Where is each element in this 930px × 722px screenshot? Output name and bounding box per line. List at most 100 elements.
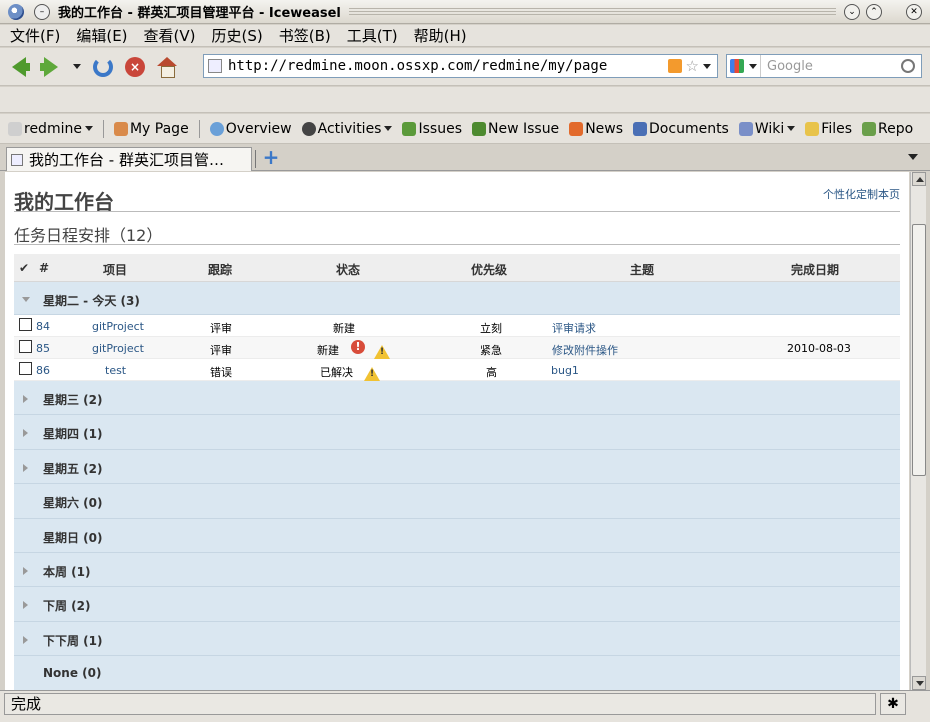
iceweasel-logo-icon xyxy=(8,3,24,20)
maximize-button[interactable]: ⌃ xyxy=(866,3,882,20)
column-header-project[interactable]: 项目 xyxy=(103,261,127,278)
bug-icon xyxy=(402,121,417,136)
personalize-page-link[interactable]: 个性化定制本页 xyxy=(823,186,900,202)
menu-file[interactable]: 文件(F) xyxy=(10,25,60,46)
search-engine-selector[interactable] xyxy=(727,55,761,77)
bookmark-star-icon[interactable]: ☆ xyxy=(686,57,699,75)
row-checkbox[interactable] xyxy=(19,340,32,353)
bookmark-label: New Issue xyxy=(487,120,560,137)
priority-cell: 立刻 xyxy=(480,322,502,335)
group-label: 星期二 - 今天 (3) xyxy=(43,294,140,308)
new-bug-icon xyxy=(471,121,486,136)
table-row: 85 gitProject 评审 新建 ! 紧急 修改附件操作 2010-08-… xyxy=(14,337,900,359)
issue-id-link[interactable]: 86 xyxy=(36,364,50,377)
toggle-all-check-icon[interactable]: ✔ xyxy=(19,261,29,275)
group-this-week[interactable]: 本周 (1) xyxy=(14,552,900,588)
group-label: 星期三 (2) xyxy=(43,393,103,407)
collapsed-triangle-icon[interactable] xyxy=(23,463,28,472)
search-box[interactable]: Google xyxy=(726,54,922,78)
back-button[interactable] xyxy=(6,54,32,80)
bookmark-wiki[interactable]: Wiki xyxy=(738,121,796,137)
forward-button[interactable] xyxy=(38,54,64,80)
column-header-id[interactable]: # xyxy=(39,261,49,275)
stop-icon: × xyxy=(125,56,145,77)
site-favicon-icon xyxy=(208,59,222,73)
vertical-scrollbar[interactable] xyxy=(910,172,926,690)
menu-view[interactable]: 查看(V) xyxy=(144,25,196,46)
group-today[interactable]: 星期二 - 今天 (3) xyxy=(14,282,900,315)
bookmark-overview[interactable]: Overview xyxy=(209,121,292,137)
new-tab-button[interactable]: + xyxy=(262,147,280,167)
bookmark-label: Activities xyxy=(317,120,382,137)
bookmark-label: Issues xyxy=(418,120,462,137)
project-link[interactable]: gitProject xyxy=(92,320,144,333)
bookmark-activities[interactable]: Activities xyxy=(301,120,393,137)
column-header-due-date[interactable]: 完成日期 xyxy=(791,261,839,278)
tab-label: 我的工作台 - 群英汇项目管… xyxy=(29,151,224,169)
issue-id-link[interactable]: 84 xyxy=(36,320,50,333)
expanded-triangle-icon[interactable] xyxy=(22,297,30,302)
column-header-subject[interactable]: 主题 xyxy=(630,261,654,278)
home-button[interactable] xyxy=(154,54,180,80)
group-friday[interactable]: 星期五 (2) xyxy=(14,449,900,485)
bookmark-redmine[interactable]: redmine xyxy=(8,121,93,137)
bookmark-news[interactable]: News xyxy=(569,121,623,137)
rss-feed-icon[interactable] xyxy=(667,59,682,73)
url-bar[interactable]: http://redmine.moon.ossxp.com/redmine/my… xyxy=(203,54,718,78)
column-header-status[interactable]: 状态 xyxy=(336,261,360,278)
bookmark-my-page[interactable]: My Page xyxy=(113,121,189,137)
reload-button[interactable] xyxy=(90,54,116,80)
bookmark-issues[interactable]: Issues xyxy=(402,121,462,137)
group-label: 星期六 (0) xyxy=(43,496,103,511)
menu-history[interactable]: 历史(S) xyxy=(212,25,263,46)
menu-help[interactable]: 帮助(H) xyxy=(414,25,467,46)
bookmark-files[interactable]: Files xyxy=(805,121,852,137)
group-label: 下下周 (1) xyxy=(43,633,103,648)
scrollbar-thumb[interactable] xyxy=(912,224,926,476)
navigation-toolbar: × http://redmine.moon.ossxp.com/redmine/… xyxy=(0,48,930,86)
bookmark-new-issue[interactable]: New Issue xyxy=(471,120,560,137)
issue-id-link[interactable]: 85 xyxy=(36,342,50,355)
issues-table: ✔ # 项目 跟踪 状态 优先级 主题 完成日期 星期二 - 今天 (3) 84… xyxy=(14,254,900,690)
group-next-week[interactable]: 下周 (2) xyxy=(14,587,900,622)
firebug-icon[interactable]: ✱ xyxy=(880,693,906,715)
subject-link[interactable]: bug1 xyxy=(551,364,579,377)
row-checkbox[interactable] xyxy=(19,318,32,331)
menu-edit[interactable]: 编辑(E) xyxy=(76,25,127,46)
scroll-down-button[interactable] xyxy=(912,676,926,690)
collapsed-triangle-icon[interactable] xyxy=(23,566,28,575)
home-icon xyxy=(113,121,128,136)
url-text[interactable]: http://redmine.moon.ossxp.com/redmine/my… xyxy=(228,58,668,74)
collapsed-triangle-icon[interactable] xyxy=(23,635,28,644)
collapsed-triangle-icon[interactable] xyxy=(23,429,28,438)
scroll-up-button[interactable] xyxy=(912,172,926,186)
history-dropdown-button[interactable] xyxy=(70,54,84,80)
row-checkbox[interactable] xyxy=(19,362,32,375)
group-wednesday[interactable]: 星期三 (2) xyxy=(14,381,900,416)
collapsed-triangle-icon[interactable] xyxy=(23,395,28,403)
column-header-tracker[interactable]: 跟踪 xyxy=(208,261,232,278)
bookmark-documents[interactable]: Documents xyxy=(633,121,729,137)
column-header-priority[interactable]: 优先级 xyxy=(471,261,507,278)
search-input[interactable]: Google xyxy=(761,59,901,74)
project-link[interactable]: gitProject xyxy=(92,342,144,355)
close-window-button[interactable]: ✕ xyxy=(906,3,922,20)
group-thursday[interactable]: 星期四 (1) xyxy=(14,415,900,450)
document-icon xyxy=(633,121,648,136)
minimize-button[interactable]: ⌄ xyxy=(844,3,860,20)
tab-list-dropdown-icon[interactable] xyxy=(908,154,918,160)
subject-link[interactable]: 修改附件操作 xyxy=(552,342,618,358)
tab-my-page[interactable]: 我的工作台 - 群英汇项目管… xyxy=(6,147,252,171)
subject-link[interactable]: 评审请求 xyxy=(552,320,596,336)
group-label: 本周 (1) xyxy=(43,564,91,579)
url-history-dropdown-icon[interactable] xyxy=(703,63,711,69)
window-menu-button[interactable]: – xyxy=(34,3,50,20)
bookmark-repository[interactable]: Repo xyxy=(862,121,913,137)
group-week-after-next[interactable]: 下下周 (1) xyxy=(14,621,900,657)
collapsed-triangle-icon[interactable] xyxy=(23,601,28,610)
menu-bookmarks[interactable]: 书签(B) xyxy=(279,25,331,46)
stop-button[interactable]: × xyxy=(122,54,148,80)
menu-tools[interactable]: 工具(T) xyxy=(347,25,398,46)
project-link[interactable]: test xyxy=(105,364,126,377)
search-icon[interactable] xyxy=(901,59,915,73)
